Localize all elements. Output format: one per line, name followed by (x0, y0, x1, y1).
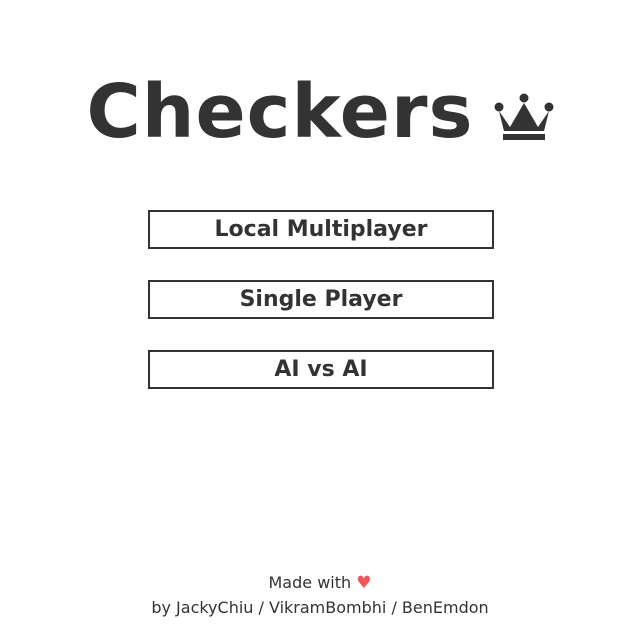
made-with-line: Made with ♥ (0, 573, 640, 593)
crown-icon (494, 93, 553, 140)
local-multiplayer-button[interactable]: Local Multiplayer (148, 210, 494, 249)
made-with-text: Made with (268, 573, 352, 592)
title-row: Checkers (0, 70, 640, 154)
single-player-button[interactable]: Single Player (148, 280, 494, 319)
ai-vs-ai-button[interactable]: AI vs AI (148, 350, 494, 389)
page-title: Checkers (86, 69, 474, 155)
heart-icon: ♥ (356, 573, 372, 593)
credits-text: by JackyChiu / VikramBombhi / BenEmdon (151, 598, 489, 617)
